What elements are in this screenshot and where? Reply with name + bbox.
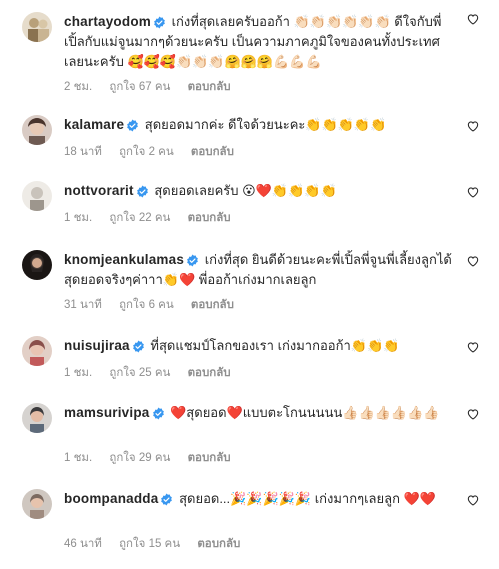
like-count[interactable]: ถูกใจ 22 คน [109,212,170,224]
verified-badge-icon [127,119,139,132]
comment-time: 2 ชม. [64,81,93,93]
comment-meta: 46 นาที ถูกใจ 15 คน ตอบกลับ [64,535,254,553]
comment-time: 31 นาที [64,299,102,311]
avatar[interactable] [22,12,52,42]
comment-time: 1 ชม. [64,452,93,464]
avatar[interactable] [22,336,52,366]
heart-outline-icon[interactable] [466,254,480,268]
comment-time: 46 นาที [64,538,102,550]
verified-badge-icon [136,185,148,198]
username[interactable]: chartayodom [64,14,151,29]
comment-body: boompanadda สุดยอด...🎉🎉🎉🎉🎉 เก่งมากๆเลยลู… [64,489,455,509]
comment-text: สุดยอดเลยครับ 😮❤️👏👏👏👏 [154,183,337,198]
verified-badge-icon [187,254,198,267]
reply-button[interactable]: ตอบกลับ [191,299,234,311]
like-count[interactable]: ถูกใจ 6 คน [119,299,174,311]
avatar[interactable] [22,181,52,211]
comment-body: knomjeankulamas เก่งที่สุด ยินดีด้วยนะคะ… [64,250,455,290]
username[interactable]: nottvorarit [64,183,134,198]
username[interactable]: boompanadda [64,491,158,506]
reply-button[interactable]: ตอบกลับ [191,146,234,158]
comment-body: mamsurivipa ❤️สุดยอด❤️แบบตะโกนนนนน👍🏻👍🏻👍🏻… [64,403,455,423]
like-count[interactable]: ถูกใจ 67 คน [109,81,170,93]
heart-outline-icon[interactable] [466,119,480,133]
username[interactable]: knomjeankulamas [64,252,184,267]
comment-text: สุดยอดมากค่ะ ดีใจด้วยนะคะ👏👏👏👏👏 [144,117,387,132]
like-count[interactable]: ถูกใจ 2 คน [119,146,174,158]
heart-outline-icon[interactable] [466,185,480,199]
username[interactable]: nuisujiraa [64,338,130,353]
avatar[interactable] [22,115,52,145]
like-count[interactable]: ถูกใจ 29 คน [109,452,170,464]
avatar[interactable] [22,250,52,280]
heart-outline-icon[interactable] [466,493,480,507]
heart-outline-icon[interactable] [466,12,480,26]
like-count[interactable]: ถูกใจ 25 คน [109,367,170,379]
comment-meta: 2 ชม. ถูกใจ 67 คน ตอบกลับ [64,78,245,96]
comment-meta: 18 นาที ถูกใจ 2 คน ตอบกลับ [64,143,248,161]
reply-button[interactable]: ตอบกลับ [188,81,231,93]
reply-button[interactable]: ตอบกลับ [188,452,231,464]
comment-body: nottvorarit สุดยอดเลยครับ 😮❤️👏👏👏👏 [64,181,455,201]
like-count[interactable]: ถูกใจ 15 คน [119,538,180,550]
comment-time: 1 ชม. [64,367,93,379]
avatar[interactable] [22,489,52,519]
comment-meta: 1 ชม. ถูกใจ 29 คน ตอบกลับ [64,449,245,467]
comment-body: kalamare สุดยอดมากค่ะ ดีใจด้วยนะคะ👏👏👏👏👏 [64,115,455,135]
verified-badge-icon [152,407,164,420]
comment-body: nuisujiraa ที่สุดแชมป์โลกของเรา เก่งมากอ… [64,336,455,356]
verified-badge-icon [154,16,165,29]
comment-body: chartayodom เก่งที่สุดเลยครับออก้า 👏🏻👏🏻👏… [64,12,455,72]
comment-text: ที่สุดแชมป์โลกของเรา เก่งมากออก้า👏👏👏 [150,338,400,353]
username[interactable]: kalamare [64,117,124,132]
comment-meta: 31 นาที ถูกใจ 6 คน ตอบกลับ [64,296,248,314]
reply-button[interactable]: ตอบกลับ [197,538,240,550]
username[interactable]: mamsurivipa [64,405,150,420]
comment-meta: 1 ชม. ถูกใจ 25 คน ตอบกลับ [64,364,245,382]
avatar[interactable] [22,403,52,433]
heart-outline-icon[interactable] [466,340,480,354]
comment-time: 1 ชม. [64,212,93,224]
verified-badge-icon [132,340,144,353]
reply-button[interactable]: ตอบกลับ [188,367,231,379]
comment-text: ❤️สุดยอด❤️แบบตะโกนนนนน👍🏻👍🏻👍🏻👍🏻👍🏻👍🏻 [170,405,440,420]
comment-time: 18 นาที [64,146,102,158]
verified-badge-icon [161,493,173,506]
comment-meta: 1 ชม. ถูกใจ 22 คน ตอบกลับ [64,209,245,227]
heart-outline-icon[interactable] [466,407,480,421]
reply-button[interactable]: ตอบกลับ [188,212,231,224]
comment-text: สุดยอด...🎉🎉🎉🎉🎉 เก่งมากๆเลยลูก ❤️❤️ [179,491,436,506]
